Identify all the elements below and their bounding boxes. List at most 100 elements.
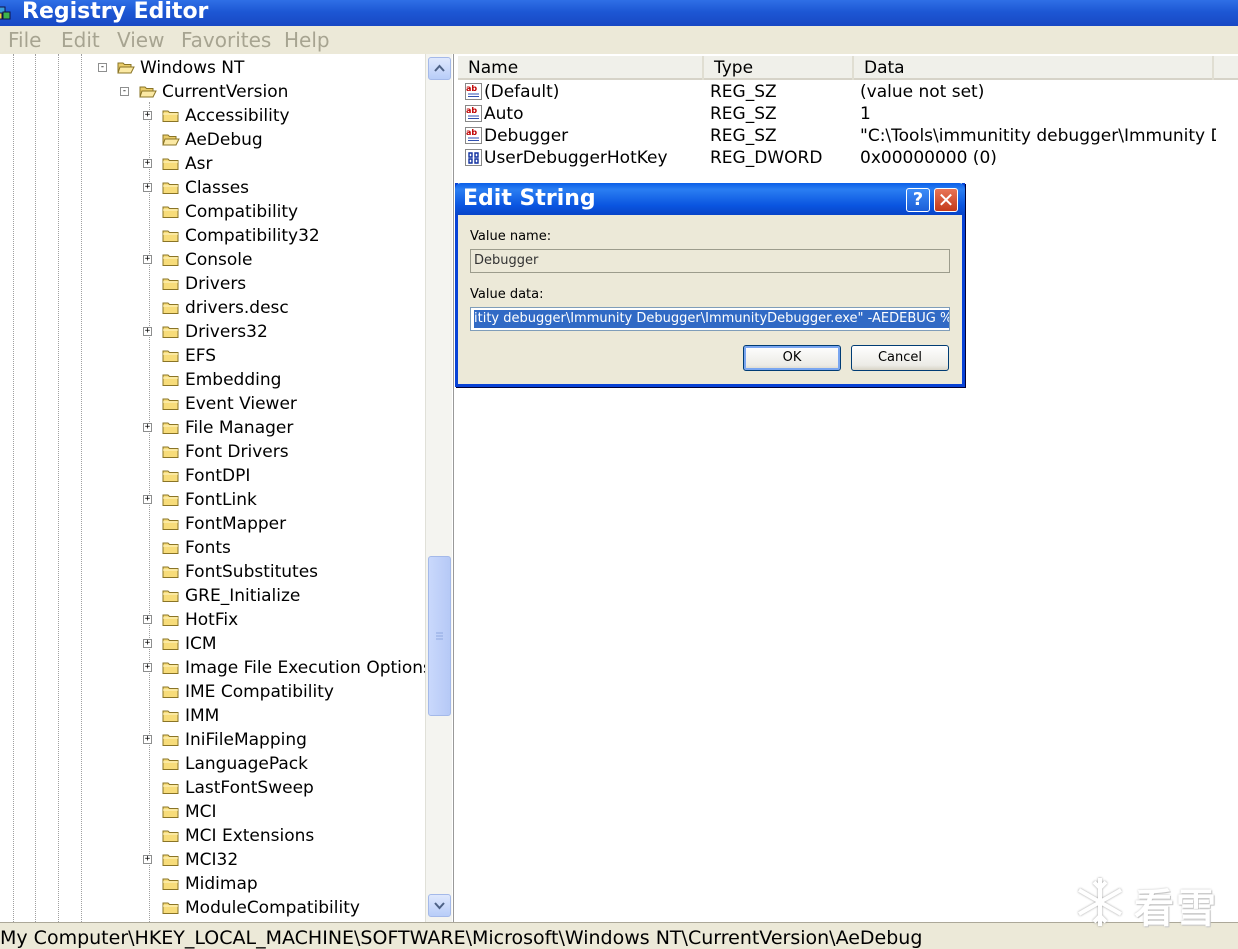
menu-view[interactable]: View [117, 28, 164, 52]
cell-data: (value not set) [860, 82, 985, 102]
expand-icon[interactable]: + [143, 183, 152, 192]
expand-icon[interactable]: + [143, 663, 152, 672]
list-row[interactable]: ab Debugger REG_SZ "C:\Tools\immunitity deb… [458, 125, 1238, 147]
cell-data: "C:\Tools\immunitity debugger\Immunity D… [860, 126, 1216, 146]
expand-icon[interactable]: + [143, 423, 152, 432]
chevron-down-icon [434, 902, 445, 910]
tree-item-modulecompatibility[interactable]: ModuleCompatibility [0, 896, 425, 920]
tree-item-label: ModuleCompatibility [185, 898, 360, 918]
tree-item-mci[interactable]: MCI [0, 800, 425, 824]
tree-item-languagepack[interactable]: LanguagePack [0, 752, 425, 776]
value-data-text: itity debugger\Immunity Debugger\Immunit… [474, 310, 949, 328]
menu-favorites[interactable]: Favorites [181, 28, 271, 52]
tree-item-label: Embedding [185, 370, 282, 390]
tree-item-drivers[interactable]: Drivers [0, 272, 425, 296]
expand-icon[interactable]: + [143, 615, 152, 624]
expand-icon[interactable]: + [143, 327, 152, 336]
folder-icon [162, 518, 179, 530]
tree-item-classes[interactable]: + Classes [0, 176, 425, 200]
tree-item-compatibility[interactable]: Compatibility [0, 200, 425, 224]
tree-item-embedding[interactable]: Embedding [0, 368, 425, 392]
cancel-button[interactable]: Cancel [851, 345, 949, 371]
folder-icon [162, 494, 179, 506]
tree-item-ime-compatibility[interactable]: IME Compatibility [0, 680, 425, 704]
value-data-label: Value data: [470, 287, 544, 302]
tree-item-drivers32[interactable]: + Drivers32 [0, 320, 425, 344]
list-row[interactable]: ab (Default) REG_SZ (value not set) [458, 81, 1238, 103]
menu-help[interactable]: Help [284, 28, 330, 52]
tree-item-compatibility32[interactable]: Compatibility32 [0, 224, 425, 248]
menu-file[interactable]: File [8, 28, 41, 52]
title-bar[interactable]: Registry Editor [0, 0, 1238, 26]
tree-item-drivers-desc[interactable]: drivers.desc [0, 296, 425, 320]
folder-icon [162, 830, 179, 842]
menu-edit[interactable]: Edit [61, 28, 100, 52]
tree-item-imm[interactable]: IMM [0, 704, 425, 728]
tree-item-file-manager[interactable]: + File Manager [0, 416, 425, 440]
tree-item-fontmapper[interactable]: FontMapper [0, 512, 425, 536]
tree-item-console[interactable]: + Console [0, 248, 425, 272]
collapse-icon[interactable]: - [120, 87, 129, 96]
tree-item-aedebug[interactable]: AeDebug [0, 128, 425, 152]
tree-item-font-drivers[interactable]: Font Drivers [0, 440, 425, 464]
tree-item-midimap[interactable]: Midimap [0, 872, 425, 896]
tree-item-accessibility[interactable]: + Accessibility [0, 104, 425, 128]
scroll-thumb[interactable] [428, 556, 451, 716]
column-header-type[interactable]: Type [704, 56, 854, 80]
tree-item-efs[interactable]: EFS [0, 344, 425, 368]
window-title: Registry Editor [22, 0, 209, 24]
tree-item-label: FontSubstitutes [185, 562, 319, 582]
tree-item-asr[interactable]: + Asr [0, 152, 425, 176]
collapse-icon[interactable]: - [98, 63, 107, 72]
column-header-name[interactable]: Name [458, 56, 704, 80]
tree-item-fontsubstitutes[interactable]: FontSubstitutes [0, 560, 425, 584]
tree-item-windows-nt[interactable]: - Windows NT [0, 56, 425, 80]
chevron-up-icon [434, 64, 445, 72]
tree-item-inifilemapping[interactable]: + IniFileMapping [0, 728, 425, 752]
tree-item-label: IniFileMapping [185, 730, 307, 750]
open-folder-icon [139, 86, 157, 98]
tree-item-label: ICM [185, 634, 217, 654]
folder-icon [162, 590, 179, 602]
tree-item-mci-extensions[interactable]: MCI Extensions [0, 824, 425, 848]
tree-item-label: Midimap [185, 874, 258, 894]
tree-item-lastfontsweep[interactable]: LastFontSweep [0, 776, 425, 800]
scroll-up-button[interactable] [428, 57, 451, 80]
expand-icon[interactable]: + [143, 639, 152, 648]
expand-icon[interactable]: + [143, 855, 152, 864]
open-folder-icon [162, 134, 180, 146]
tree-item-label: MCI [185, 802, 217, 822]
tree-item-icm[interactable]: + ICM [0, 632, 425, 656]
scroll-down-button[interactable] [428, 894, 451, 917]
help-button[interactable]: ? [906, 188, 930, 212]
expand-icon[interactable]: + [143, 159, 152, 168]
folder-icon [162, 230, 179, 242]
tree-item-fontlink[interactable]: + FontLink [0, 488, 425, 512]
expand-icon[interactable]: + [143, 735, 152, 744]
value-data-input[interactable]: itity debugger\Immunity Debugger\Immunit… [470, 307, 950, 331]
registry-key-tree[interactable]: - Windows NT - CurrentVersion + Accessibility… [0, 54, 454, 922]
tree-item-mci32[interactable]: + MCI32 [0, 848, 425, 872]
folder-icon [162, 806, 179, 818]
dialog-title-bar[interactable]: Edit String ? ✕ [455, 183, 965, 215]
tree-item-fontdpi[interactable]: FontDPI [0, 464, 425, 488]
tree-item-gre-initialize[interactable]: GRE_Initialize [0, 584, 425, 608]
tree-scrollbar[interactable] [425, 54, 452, 922]
list-row[interactable]: ab Auto REG_SZ 1 [458, 103, 1238, 125]
tree-item-hotfix[interactable]: + HotFix [0, 608, 425, 632]
tree-item-event-viewer[interactable]: Event Viewer [0, 392, 425, 416]
tree-item-fonts[interactable]: Fonts [0, 536, 425, 560]
column-header-data[interactable]: Data [854, 56, 1214, 80]
tree-item-image-file-execution-options[interactable]: + Image File Execution Options [0, 656, 432, 680]
ok-button[interactable]: OK [743, 345, 841, 371]
list-row[interactable]: UserDebuggerHotKey REG_DWORD 0x00000000 (0… [458, 147, 1238, 169]
close-button[interactable]: ✕ [934, 188, 958, 212]
expand-icon[interactable]: + [143, 255, 152, 264]
expand-icon[interactable]: + [143, 495, 152, 504]
cell-name: (Default) [484, 82, 560, 102]
expand-icon[interactable]: + [143, 111, 152, 120]
snowflake-icon [1078, 878, 1122, 926]
tree-item-currentversion[interactable]: - CurrentVersion [0, 80, 425, 104]
folder-icon [162, 422, 179, 434]
folder-icon [162, 614, 179, 626]
